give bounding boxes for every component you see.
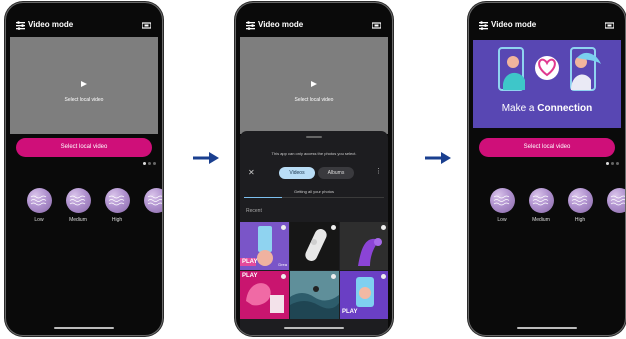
check-icon [331,274,336,279]
mode-label: Medium [69,217,87,223]
mode-label: High [574,217,586,223]
arrow-right-icon [425,152,451,164]
settings-sliders-icon[interactable] [16,21,25,30]
cast-icon[interactable] [605,21,614,30]
page-dot [153,162,156,165]
page-dot [616,162,619,165]
phone-screen-photo-picker: Video mode Select local video This app c… [236,3,392,335]
photo-picker-sheet: This app can only access the photos you … [240,131,388,335]
sheet-drag-handle[interactable] [306,136,322,138]
app-header: Video mode [6,3,162,33]
mode-circle [489,188,515,213]
mode-circle [26,188,52,213]
thumb-caption-extra: Drea [278,262,287,267]
page-dot [143,162,146,165]
home-indicator [517,327,577,329]
mode-medium[interactable]: Medium [63,188,93,223]
page-dot [148,162,151,165]
banner-title-bold: Connection [537,103,593,114]
tab-albums[interactable]: Albums [318,167,354,179]
wave-icon [147,195,162,206]
mode-high[interactable]: High [565,188,595,223]
loading-status-text: Getting all your photos [293,189,335,194]
wave-icon [610,195,625,206]
page-title: Video mode [28,20,74,29]
select-local-video-button[interactable]: Select local video [479,138,615,157]
mode-next-partial[interactable] [141,188,162,213]
phone-screen-video-selected: Video mode Make a Connection Select loca… [469,3,625,335]
mode-label: Medium [532,217,550,223]
banner-title-plain: Make a [501,103,538,114]
tab-videos[interactable]: Videos [279,167,315,179]
preview-label: Select local video [64,97,104,103]
section-label-recent: Recent [246,208,262,214]
thumb-caption: PLAY [342,309,358,315]
mode-medium[interactable]: Medium [526,188,556,223]
mode-low[interactable]: Low [24,188,54,223]
cast-icon[interactable] [372,21,381,30]
app-header: Video mode [236,3,392,33]
app-header: Video mode [469,3,625,33]
thumb-caption: PLAY [242,259,258,265]
mode-circle [528,188,554,213]
media-thumbnail[interactable] [340,222,388,270]
settings-sliders-icon[interactable] [246,21,255,30]
mode-label: Low [34,217,44,223]
check-icon [281,274,286,279]
loading-progress-bar [244,197,384,198]
home-indicator [284,327,344,329]
arrow-right-icon [193,152,219,164]
play-icon [311,81,317,87]
home-indicator [54,327,114,329]
video-preview-area[interactable]: Select local video [240,37,388,134]
page-dot [606,162,609,165]
phone-screen-video-mode: Video mode Select local video Select loc… [6,3,162,335]
media-thumbnail[interactable]: PLAY Drea [240,222,289,270]
check-icon [331,225,336,230]
mode-low[interactable]: Low [487,188,517,223]
mode-label: Low [497,217,507,223]
mode-label: High [111,217,123,223]
select-local-video-button[interactable]: Select local video [16,138,152,157]
wave-icon [30,195,46,206]
more-vert-icon[interactable]: ⋮ [375,168,382,176]
wave-icon [571,195,587,206]
thumb-caption: PLAY [242,273,258,279]
media-thumbnail[interactable] [290,271,339,319]
page-dot [611,162,614,165]
play-icon [81,81,87,87]
media-thumbnail[interactable] [290,222,339,270]
wave-icon [532,195,548,206]
selected-video-preview[interactable]: Make a Connection [473,40,621,128]
mode-high[interactable]: High [102,188,132,223]
media-thumbnail[interactable]: PLAY [340,271,388,319]
page-title: Video mode [491,20,537,29]
media-thumbnail[interactable]: PLAY [240,271,289,319]
cast-icon[interactable] [142,21,151,30]
page-title: Video mode [258,20,304,29]
check-icon [381,225,386,230]
connection-illustration [498,47,601,91]
mode-circle [606,188,625,213]
video-preview-area[interactable]: Select local video [10,37,158,134]
mode-circle [567,188,593,213]
check-icon [381,274,386,279]
wave-icon [108,195,124,206]
mode-circle [143,188,162,213]
mode-circle [65,188,91,213]
close-icon[interactable]: ✕ [248,169,255,177]
loading-progress-fill [244,197,282,198]
preview-label: Select local video [294,97,334,103]
mode-next-partial[interactable] [604,188,625,213]
wave-icon [69,195,85,206]
settings-sliders-icon[interactable] [479,21,488,30]
check-icon [281,225,286,230]
banner-title: Make a Connection [473,103,621,114]
wave-icon [493,195,509,206]
picker-info-text: This app can only access the photos you … [271,151,357,156]
mode-circle [104,188,130,213]
